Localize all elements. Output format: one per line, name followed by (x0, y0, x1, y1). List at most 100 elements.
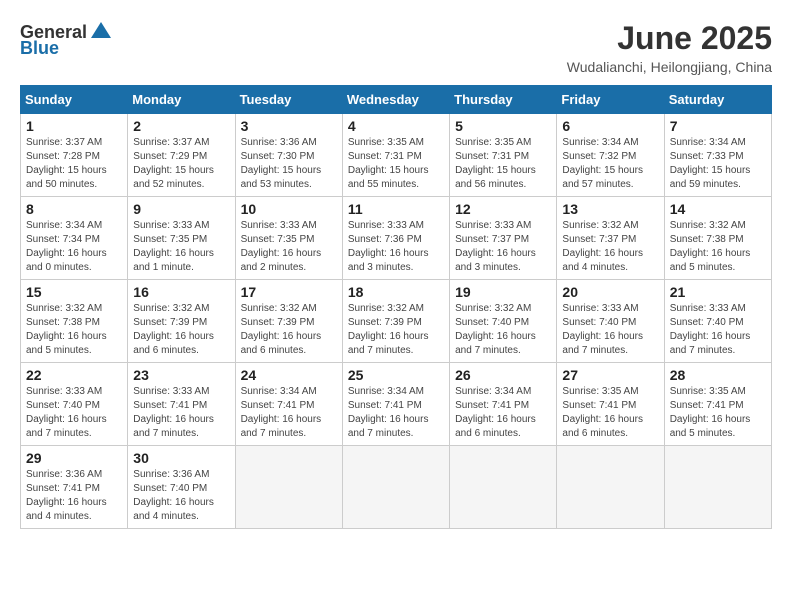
day-number: 13 (562, 201, 658, 217)
day-info: Sunrise: 3:32 AMSunset: 7:40 PMDaylight:… (455, 302, 551, 358)
day-number: 11 (348, 201, 444, 217)
day-number: 26 (455, 367, 551, 383)
day-number: 18 (348, 284, 444, 300)
day-number: 23 (133, 367, 229, 383)
day-number: 10 (241, 201, 337, 217)
day-cell: 19 Sunrise: 3:32 AMSunset: 7:40 PMDaylig… (450, 280, 557, 363)
day-info: Sunrise: 3:33 AMSunset: 7:40 PMDaylight:… (26, 385, 122, 441)
day-cell: 4 Sunrise: 3:35 AMSunset: 7:31 PMDayligh… (342, 114, 449, 197)
day-cell: 7 Sunrise: 3:34 AMSunset: 7:33 PMDayligh… (664, 114, 771, 197)
calendar-table: Sunday Monday Tuesday Wednesday Thursday… (20, 85, 772, 529)
day-cell: 5 Sunrise: 3:35 AMSunset: 7:31 PMDayligh… (450, 114, 557, 197)
day-cell (450, 446, 557, 529)
day-info: Sunrise: 3:34 AMSunset: 7:41 PMDaylight:… (348, 385, 444, 441)
day-cell: 21 Sunrise: 3:33 AMSunset: 7:40 PMDaylig… (664, 280, 771, 363)
day-info: Sunrise: 3:36 AMSunset: 7:41 PMDaylight:… (26, 468, 122, 524)
logo-blue-text: Blue (20, 38, 59, 59)
day-info: Sunrise: 3:32 AMSunset: 7:38 PMDaylight:… (670, 219, 766, 275)
day-info: Sunrise: 3:33 AMSunset: 7:37 PMDaylight:… (455, 219, 551, 275)
day-info: Sunrise: 3:35 AMSunset: 7:41 PMDaylight:… (562, 385, 658, 441)
day-cell: 17 Sunrise: 3:32 AMSunset: 7:39 PMDaylig… (235, 280, 342, 363)
day-number: 25 (348, 367, 444, 383)
day-cell: 3 Sunrise: 3:36 AMSunset: 7:30 PMDayligh… (235, 114, 342, 197)
day-cell (664, 446, 771, 529)
title-block: June 2025 Wudalianchi, Heilongjiang, Chi… (567, 20, 772, 75)
day-cell: 10 Sunrise: 3:33 AMSunset: 7:35 PMDaylig… (235, 197, 342, 280)
day-number: 1 (26, 118, 122, 134)
header-tuesday: Tuesday (235, 86, 342, 114)
day-number: 30 (133, 450, 229, 466)
header-friday: Friday (557, 86, 664, 114)
day-number: 16 (133, 284, 229, 300)
day-info: Sunrise: 3:36 AMSunset: 7:40 PMDaylight:… (133, 468, 229, 524)
day-number: 8 (26, 201, 122, 217)
day-number: 4 (348, 118, 444, 134)
day-cell: 23 Sunrise: 3:33 AMSunset: 7:41 PMDaylig… (128, 363, 235, 446)
week-row-3: 15 Sunrise: 3:32 AMSunset: 7:38 PMDaylig… (21, 280, 772, 363)
day-number: 24 (241, 367, 337, 383)
day-number: 5 (455, 118, 551, 134)
day-info: Sunrise: 3:34 AMSunset: 7:41 PMDaylight:… (455, 385, 551, 441)
day-number: 3 (241, 118, 337, 134)
calendar-title: June 2025 (567, 20, 772, 57)
day-cell: 15 Sunrise: 3:32 AMSunset: 7:38 PMDaylig… (21, 280, 128, 363)
day-cell: 29 Sunrise: 3:36 AMSunset: 7:41 PMDaylig… (21, 446, 128, 529)
day-cell (342, 446, 449, 529)
day-info: Sunrise: 3:35 AMSunset: 7:41 PMDaylight:… (670, 385, 766, 441)
day-cell: 12 Sunrise: 3:33 AMSunset: 7:37 PMDaylig… (450, 197, 557, 280)
day-number: 19 (455, 284, 551, 300)
day-number: 12 (455, 201, 551, 217)
day-cell: 25 Sunrise: 3:34 AMSunset: 7:41 PMDaylig… (342, 363, 449, 446)
day-number: 14 (670, 201, 766, 217)
day-cell: 18 Sunrise: 3:32 AMSunset: 7:39 PMDaylig… (342, 280, 449, 363)
day-info: Sunrise: 3:33 AMSunset: 7:40 PMDaylight:… (562, 302, 658, 358)
day-number: 29 (26, 450, 122, 466)
day-cell: 6 Sunrise: 3:34 AMSunset: 7:32 PMDayligh… (557, 114, 664, 197)
day-number: 28 (670, 367, 766, 383)
day-info: Sunrise: 3:35 AMSunset: 7:31 PMDaylight:… (455, 136, 551, 192)
day-number: 17 (241, 284, 337, 300)
week-row-1: 1 Sunrise: 3:37 AMSunset: 7:28 PMDayligh… (21, 114, 772, 197)
day-info: Sunrise: 3:32 AMSunset: 7:38 PMDaylight:… (26, 302, 122, 358)
day-info: Sunrise: 3:37 AMSunset: 7:29 PMDaylight:… (133, 136, 229, 192)
day-info: Sunrise: 3:33 AMSunset: 7:40 PMDaylight:… (670, 302, 766, 358)
day-number: 6 (562, 118, 658, 134)
day-info: Sunrise: 3:34 AMSunset: 7:34 PMDaylight:… (26, 219, 122, 275)
logo-icon (89, 20, 113, 44)
day-info: Sunrise: 3:34 AMSunset: 7:33 PMDaylight:… (670, 136, 766, 192)
day-cell: 1 Sunrise: 3:37 AMSunset: 7:28 PMDayligh… (21, 114, 128, 197)
day-cell: 16 Sunrise: 3:32 AMSunset: 7:39 PMDaylig… (128, 280, 235, 363)
day-cell: 27 Sunrise: 3:35 AMSunset: 7:41 PMDaylig… (557, 363, 664, 446)
day-info: Sunrise: 3:32 AMSunset: 7:39 PMDaylight:… (348, 302, 444, 358)
day-cell: 14 Sunrise: 3:32 AMSunset: 7:38 PMDaylig… (664, 197, 771, 280)
week-row-2: 8 Sunrise: 3:34 AMSunset: 7:34 PMDayligh… (21, 197, 772, 280)
day-cell: 28 Sunrise: 3:35 AMSunset: 7:41 PMDaylig… (664, 363, 771, 446)
day-cell: 13 Sunrise: 3:32 AMSunset: 7:37 PMDaylig… (557, 197, 664, 280)
header-saturday: Saturday (664, 86, 771, 114)
day-info: Sunrise: 3:32 AMSunset: 7:39 PMDaylight:… (241, 302, 337, 358)
week-row-5: 29 Sunrise: 3:36 AMSunset: 7:41 PMDaylig… (21, 446, 772, 529)
day-number: 7 (670, 118, 766, 134)
day-cell: 2 Sunrise: 3:37 AMSunset: 7:29 PMDayligh… (128, 114, 235, 197)
day-cell (235, 446, 342, 529)
day-cell: 8 Sunrise: 3:34 AMSunset: 7:34 PMDayligh… (21, 197, 128, 280)
page-header: General Blue June 2025 Wudalianchi, Heil… (20, 20, 772, 75)
day-cell: 9 Sunrise: 3:33 AMSunset: 7:35 PMDayligh… (128, 197, 235, 280)
day-cell: 20 Sunrise: 3:33 AMSunset: 7:40 PMDaylig… (557, 280, 664, 363)
day-info: Sunrise: 3:33 AMSunset: 7:35 PMDaylight:… (133, 219, 229, 275)
day-cell: 24 Sunrise: 3:34 AMSunset: 7:41 PMDaylig… (235, 363, 342, 446)
day-info: Sunrise: 3:37 AMSunset: 7:28 PMDaylight:… (26, 136, 122, 192)
day-cell: 22 Sunrise: 3:33 AMSunset: 7:40 PMDaylig… (21, 363, 128, 446)
calendar-header-row: Sunday Monday Tuesday Wednesday Thursday… (21, 86, 772, 114)
calendar-subtitle: Wudalianchi, Heilongjiang, China (567, 59, 772, 75)
day-info: Sunrise: 3:33 AMSunset: 7:36 PMDaylight:… (348, 219, 444, 275)
day-number: 20 (562, 284, 658, 300)
header-thursday: Thursday (450, 86, 557, 114)
day-info: Sunrise: 3:34 AMSunset: 7:41 PMDaylight:… (241, 385, 337, 441)
day-cell: 11 Sunrise: 3:33 AMSunset: 7:36 PMDaylig… (342, 197, 449, 280)
day-cell: 26 Sunrise: 3:34 AMSunset: 7:41 PMDaylig… (450, 363, 557, 446)
header-sunday: Sunday (21, 86, 128, 114)
day-info: Sunrise: 3:33 AMSunset: 7:41 PMDaylight:… (133, 385, 229, 441)
day-number: 2 (133, 118, 229, 134)
week-row-4: 22 Sunrise: 3:33 AMSunset: 7:40 PMDaylig… (21, 363, 772, 446)
